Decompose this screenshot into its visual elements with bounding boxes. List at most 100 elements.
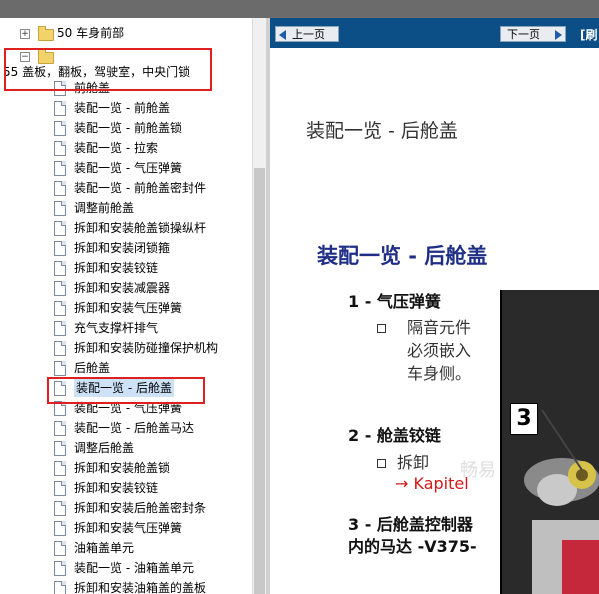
tree-item-label: 充气支撑杆排气 [74, 321, 159, 335]
tree-doc-item[interactable]: 拆卸和安装气压弹簧 [54, 519, 250, 537]
doc-nav-bar: 上一页 下一页 [刷 [270, 18, 599, 48]
tree-doc-item[interactable]: 充气支撑杆排气 [54, 319, 250, 337]
document-icon [54, 581, 66, 594]
tree-doc-item[interactable]: 拆卸和安装舱盖锁 [54, 459, 250, 477]
document-icon [54, 361, 66, 376]
callout-label-3: 3 [510, 403, 538, 435]
document-icon [54, 161, 66, 176]
tree-doc-item[interactable]: 调整前舱盖 [54, 199, 250, 217]
scrollbar-thumb[interactable] [254, 168, 265, 594]
tree-item-label: 拆卸和安装后舱盖密封条 [74, 501, 207, 515]
tree-doc-item[interactable]: 装配一览 - 后舱盖马达 [54, 419, 250, 437]
document-icon [54, 201, 66, 216]
tree-item-label: 油箱盖单元 [74, 541, 135, 555]
tree-item-label: 调整后舱盖 [74, 441, 135, 455]
tree-item-label: 装配一览 - 前舱盖密封件 [74, 181, 206, 195]
prev-page-label: 上一页 [292, 28, 325, 41]
tree-item-label: 装配一览 - 油箱盖单元 [74, 561, 194, 575]
document-icon [54, 141, 66, 156]
item-2-heading: 2 - 舱盖铰链 [348, 426, 441, 445]
document-icon [54, 121, 66, 136]
document-icon [54, 281, 66, 296]
next-page-button[interactable]: 下一页 [500, 26, 566, 42]
tree-panel: +50 车身前部 −55 盖板，翻板，驾驶室，中央门锁 前舱盖 装配一览 - 前舱盖装… [0, 18, 252, 594]
document-icon [54, 541, 66, 556]
tree-item-label: 装配一览 - 前舱盖 [74, 101, 170, 115]
tree-item-label: 拆卸和安装舱盖锁操纵杆 [74, 221, 207, 235]
tree-item-label: 调整前舱盖 [74, 201, 135, 215]
tree-doc-item[interactable]: 拆卸和安装闭锁箍 [54, 239, 250, 257]
item-1-body: 隔音元件必须嵌入车身侧。 [407, 318, 472, 383]
tree-doc-item[interactable]: 拆卸和安装铰链 [54, 479, 250, 497]
refresh-link[interactable]: [刷 [580, 26, 598, 43]
item-3-heading: 3 - 后舱盖控制器内的马达 -V375- [348, 515, 477, 556]
document-icon [54, 561, 66, 576]
document-icon [54, 221, 66, 236]
tree-doc-item[interactable]: 装配一览 - 前舱盖 [54, 99, 250, 117]
tree-item-label: 拆卸和安装气压弹簧 [74, 301, 183, 315]
tree-item-label: 拆卸和安装防碰撞保护机构 [74, 341, 219, 355]
tree-doc-item[interactable]: 拆卸和安装防碰撞保护机构 [54, 339, 250, 357]
tree-doc-item[interactable]: 拆卸和安装气压弹簧 [54, 299, 250, 317]
tree-doc-item[interactable]: 装配一览 - 前舱盖密封件 [54, 179, 250, 197]
document-icon [54, 421, 66, 436]
window-top-bar [0, 0, 599, 18]
tree-item-label: 拆卸和安装铰链 [74, 481, 159, 495]
arrow-right-icon [555, 30, 562, 40]
prev-page-button[interactable]: 上一页 [275, 26, 339, 42]
bullet-square-icon [377, 459, 386, 468]
tree-item-label: 装配一览 - 前舱盖锁 [74, 121, 182, 135]
document-icon [54, 261, 66, 276]
highlight-box-folder [4, 48, 212, 91]
kapitel-link[interactable]: → Kapitel [395, 474, 469, 493]
tree-item-label: 后舱盖 [74, 361, 111, 375]
document-icon [54, 481, 66, 496]
watermark-text: 畅易 [460, 460, 496, 481]
tree-item-label: 装配一览 - 气压弹簧 [74, 161, 182, 175]
tree-doc-item[interactable]: 拆卸和安装油箱盖的盖板 [54, 579, 250, 594]
tree-item-label: 装配一览 - 拉索 [74, 141, 158, 155]
next-page-label: 下一页 [507, 28, 540, 41]
document-icon [54, 181, 66, 196]
arrow-left-icon [279, 30, 286, 40]
component-photo [500, 290, 599, 594]
folder-icon [38, 26, 54, 41]
tree-scrollbar[interactable] [252, 18, 267, 594]
tree-item-label: 拆卸和安装气压弹簧 [74, 521, 183, 535]
page-title-small: 装配一览 - 后舱盖 [306, 120, 458, 142]
expand-toggle-icon[interactable]: + [20, 29, 30, 39]
bullet-square-icon [377, 324, 386, 333]
tree-doc-item[interactable]: 拆卸和安装后舱盖密封条 [54, 499, 250, 517]
tree-doc-item[interactable]: 拆卸和安装减震器 [54, 279, 250, 297]
document-icon [54, 301, 66, 316]
tree-folder-item[interactable]: +50 车身前部 [0, 24, 200, 42]
tree-doc-item[interactable]: 装配一览 - 拉索 [54, 139, 250, 157]
document-pane: 上一页 下一页 [刷 装配一览 - 后舱盖 装配一览 - 后舱盖 1 - 气压弹… [270, 18, 599, 594]
document-icon [54, 341, 66, 356]
tree-doc-item[interactable]: 装配一览 - 油箱盖单元 [54, 559, 250, 577]
tree-item-label: 拆卸和安装减震器 [74, 281, 171, 295]
document-icon [54, 521, 66, 536]
tree-item-label: 装配一览 - 后舱盖马达 [74, 421, 194, 435]
tree-doc-item[interactable]: 装配一览 - 前舱盖锁 [54, 119, 250, 137]
tree-doc-item[interactable]: 拆卸和安装舱盖锁操纵杆 [54, 219, 250, 237]
document-icon [54, 501, 66, 516]
highlight-box-selected [47, 377, 205, 404]
tree-item-label: 拆卸和安装铰链 [74, 261, 159, 275]
document-icon [54, 461, 66, 476]
document-icon [54, 441, 66, 456]
tree-doc-item[interactable]: 调整后舱盖 [54, 439, 250, 457]
item-1-heading: 1 - 气压弹簧 [348, 292, 441, 311]
tree-doc-item[interactable]: 拆卸和安装铰链 [54, 259, 250, 277]
tree-item-label: 拆卸和安装油箱盖的盖板 [74, 581, 207, 594]
item-2-body: 拆卸 [397, 453, 430, 472]
tree-doc-item[interactable]: 装配一览 - 气压弹簧 [54, 159, 250, 177]
photo-illustration [502, 290, 599, 594]
tree-item-label: 50 车身前部 [57, 26, 125, 40]
tree-item-label: 拆卸和安装闭锁箍 [74, 241, 171, 255]
document-icon [54, 101, 66, 116]
tree-doc-item[interactable]: 后舱盖 [54, 359, 250, 377]
document-icon [54, 241, 66, 256]
tree-doc-item[interactable]: 油箱盖单元 [54, 539, 250, 557]
document-icon [54, 321, 66, 336]
